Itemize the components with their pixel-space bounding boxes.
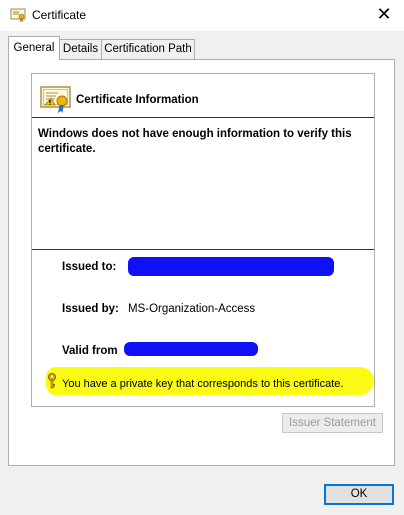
tab-details[interactable]: Details [59,39,102,59]
tab-certification-path[interactable]: Certification Path [101,39,195,59]
key-icon [48,373,56,389]
divider-top [32,117,374,118]
divider-bottom [32,249,374,250]
issued-by-label: Issued by: [62,303,119,315]
issuer-statement-button[interactable]: Issuer Statement [282,413,383,433]
issued-by-value: MS-Organization-Access [128,303,256,315]
verification-warning: Windows does not have enough information… [38,128,352,155]
private-key-note: You have a private key that corresponds … [62,378,344,390]
certificate-info-box: Certificate Information Windows does not… [31,73,375,407]
ok-button[interactable]: OK [324,484,394,505]
issued-to-label: Issued to: [62,261,117,273]
valid-from-label: Valid from [62,345,118,357]
tab-general[interactable]: General [8,36,60,60]
certificate-info-title: Certificate Information [76,94,199,106]
close-button[interactable]: ✕ [364,0,404,30]
window-title: Certificate [32,8,87,22]
valid-from-redaction [124,342,258,356]
issued-to-redaction [128,257,334,276]
title-bar: Certificate ✕ [0,0,404,31]
certificate-info-icon [40,86,71,113]
general-tab-panel: Certificate Information Windows does not… [8,59,395,466]
certificate-icon [10,8,26,22]
